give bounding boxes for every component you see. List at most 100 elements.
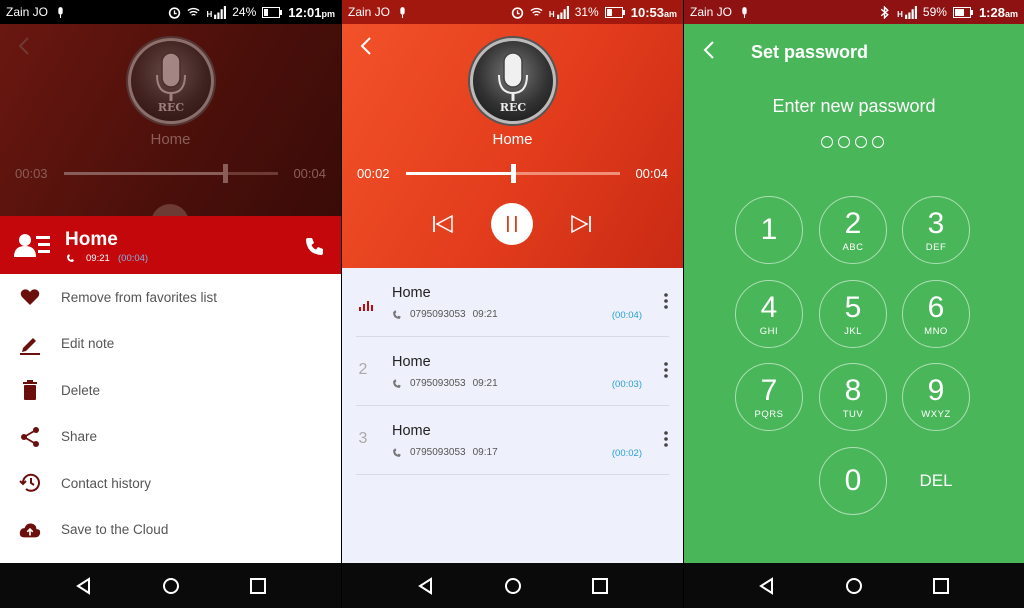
seek-thumb[interactable] xyxy=(511,164,516,183)
recording-name: Home xyxy=(392,423,431,439)
nav-home-icon[interactable] xyxy=(162,577,180,595)
nav-home-icon[interactable] xyxy=(845,577,863,595)
recording-row[interactable]: 2 Home 0795093053 09:21 (00:03) xyxy=(356,337,669,406)
key-4[interactable]: 4 GHI xyxy=(735,280,803,348)
navigation-bar xyxy=(684,563,1024,608)
recording-number: 0795093053 xyxy=(410,309,466,320)
microphone-icon xyxy=(58,6,63,18)
key-letters: TUV xyxy=(842,409,864,420)
microphone-icon xyxy=(742,6,747,18)
clock-time: 12:01 xyxy=(288,4,322,20)
key-9[interactable]: 9 WXYZ xyxy=(902,363,970,431)
nav-back-icon[interactable] xyxy=(417,576,435,595)
key-number: 7 xyxy=(760,374,778,407)
nav-recents-icon[interactable] xyxy=(591,577,609,595)
phone-call-icon[interactable] xyxy=(305,236,325,256)
key-6[interactable]: 6 MNO xyxy=(902,280,970,348)
key-7[interactable]: 7 PQRS xyxy=(735,363,803,431)
back-arrow-icon[interactable] xyxy=(358,36,376,56)
next-track-icon[interactable] xyxy=(570,214,592,234)
alarm-icon xyxy=(511,6,524,19)
svg-text:REC: REC xyxy=(158,101,185,114)
playing-bars-icon xyxy=(359,301,373,311)
pin-dot xyxy=(855,136,867,148)
call-time: 09:21 xyxy=(86,253,110,264)
battery-icon xyxy=(604,6,625,18)
key-number: 5 xyxy=(844,291,862,324)
key-8[interactable]: 8 TUV xyxy=(819,363,887,431)
nav-back-icon[interactable] xyxy=(758,576,776,595)
recording-number: 0795093053 xyxy=(410,447,466,458)
nav-recents-icon[interactable] xyxy=(249,577,267,595)
key-3[interactable]: 3 DEF xyxy=(902,196,970,264)
back-arrow-icon[interactable] xyxy=(16,36,34,56)
key-number: 2 xyxy=(844,207,862,240)
nav-recents-icon[interactable] xyxy=(932,577,950,595)
key-letters: PQRS xyxy=(754,409,784,420)
key-number: 3 xyxy=(927,207,945,240)
menu-item-remove-favorite[interactable]: Remove from favorites list xyxy=(0,274,341,321)
key-letters: WXYZ xyxy=(921,409,951,420)
wifi-icon xyxy=(530,7,543,16)
key-0[interactable]: 0 xyxy=(819,447,887,515)
pin-dot xyxy=(872,136,884,148)
clock-ampm: am xyxy=(1004,8,1018,19)
seek-track[interactable] xyxy=(406,164,620,183)
recording-duration: (00:02) xyxy=(611,448,642,459)
recording-options-screen: Zain JO H 24% 12:01pm REC Home 00:03 00:… xyxy=(0,0,341,608)
status-bar: Zain JO H 31% 10:53am xyxy=(342,0,683,24)
nav-back-icon[interactable] xyxy=(75,576,93,595)
menu-item-contact-history[interactable]: Contact history xyxy=(0,460,341,507)
menu-item-save-cloud[interactable]: Save to the Cloud xyxy=(0,507,341,554)
key-letters: DEF xyxy=(925,242,947,253)
contact-label: Home xyxy=(492,131,533,148)
microphone-icon: REC xyxy=(156,52,186,114)
more-vert-icon[interactable] xyxy=(663,292,669,310)
key-letters: ABC xyxy=(842,242,864,253)
contact-bar: Home 09:21 (00:04) xyxy=(0,216,341,274)
seek-track[interactable] xyxy=(64,164,278,183)
recording-row[interactable]: 3 Home 0795093053 09:17 (00:02) xyxy=(356,406,669,475)
recording-index: 2 xyxy=(358,361,368,378)
menu-item-delete[interactable]: Delete xyxy=(0,367,341,414)
menu-item-label: Save to the Cloud xyxy=(61,522,169,538)
key-letters: JKL xyxy=(844,326,862,337)
rec-microphone-logo: REC xyxy=(470,38,556,124)
menu-item-edit-note[interactable]: Edit note xyxy=(0,321,341,368)
alarm-icon xyxy=(169,6,181,19)
recording-duration: (00:03) xyxy=(611,379,642,390)
cloud-upload-icon xyxy=(19,519,41,541)
pin-dot xyxy=(838,136,850,148)
battery-icon xyxy=(262,6,283,18)
more-vert-icon[interactable] xyxy=(663,430,669,448)
menu-item-label: Contact history xyxy=(61,475,152,491)
menu-item-share[interactable]: Share xyxy=(0,414,341,461)
recording-number: 0795093053 xyxy=(410,378,466,389)
more-vert-icon[interactable] xyxy=(663,361,669,379)
pin-dot xyxy=(821,136,833,148)
recording-row[interactable]: Home 0795093053 09:21 (00:04) xyxy=(356,268,669,337)
recording-time: 09:21 xyxy=(472,309,498,320)
previous-track-icon[interactable] xyxy=(432,214,454,234)
microphone-icon xyxy=(400,6,405,18)
svg-text:REC: REC xyxy=(500,101,527,114)
navigation-bar xyxy=(0,563,341,608)
key-2[interactable]: 2 ABC xyxy=(819,196,887,264)
key-1[interactable]: 1 xyxy=(735,196,803,264)
elapsed-time: 00:03 xyxy=(15,166,48,181)
nav-home-icon[interactable] xyxy=(504,577,522,595)
incoming-call-icon xyxy=(393,379,401,388)
delete-key[interactable]: DEL xyxy=(902,447,970,515)
contact-label: Home xyxy=(150,131,191,148)
rec-microphone-logo: REC xyxy=(128,38,214,124)
signal-icon xyxy=(214,5,227,19)
network-type: H xyxy=(548,9,555,19)
clock-ampm: pm xyxy=(321,8,336,19)
pencil-icon xyxy=(19,333,41,355)
key-letters: GHI xyxy=(759,326,779,337)
key-number: 0 xyxy=(844,464,862,497)
pause-button[interactable] xyxy=(491,203,533,245)
key-5[interactable]: 5 JKL xyxy=(819,280,887,348)
seek-thumb[interactable] xyxy=(222,164,228,183)
back-arrow-icon[interactable] xyxy=(702,40,716,60)
